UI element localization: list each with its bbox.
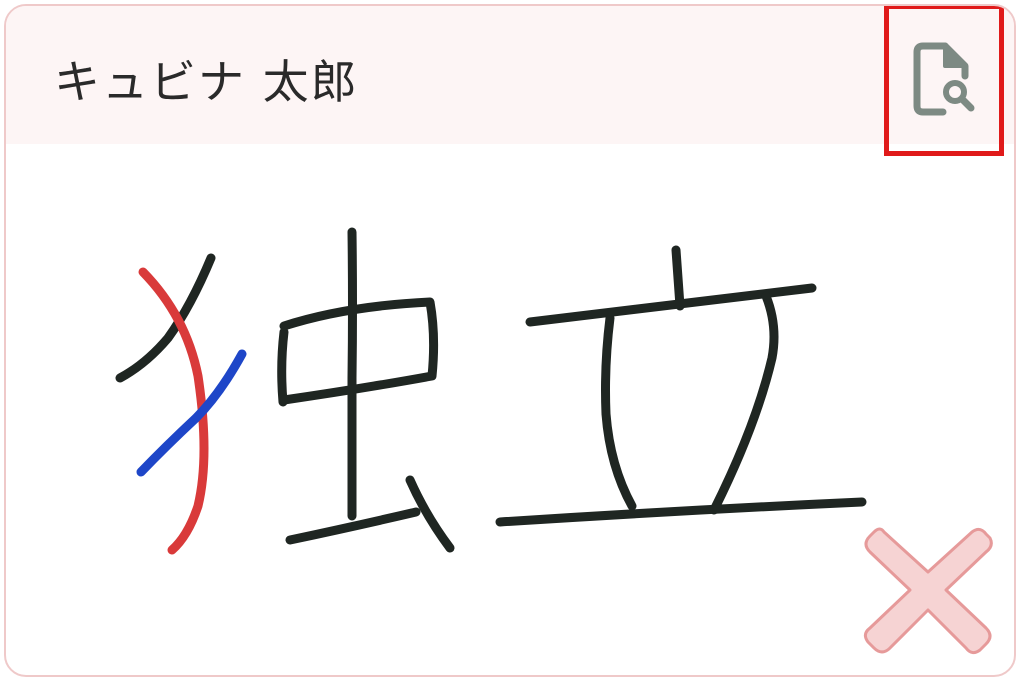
ink-stroke-black	[279, 297, 439, 405]
ink-stroke-black	[285, 507, 421, 545]
card-header: キュビナ 太郎	[6, 6, 1014, 144]
ink-stroke-red	[138, 267, 209, 555]
ink-stroke-black	[601, 313, 637, 511]
preview-button[interactable]	[884, 6, 1004, 156]
document-search-icon	[913, 42, 975, 116]
ink-stroke-black	[277, 327, 289, 407]
ink-stroke-black	[709, 291, 779, 515]
incorrect-x-mark-icon	[863, 527, 993, 655]
ink-stroke-black	[405, 475, 455, 553]
ink-stroke-black	[347, 227, 357, 521]
student-name: キュビナ 太郎	[54, 55, 359, 109]
answer-card: キュビナ 太郎	[4, 4, 1016, 677]
ink-stroke-black	[671, 245, 685, 311]
ink-stroke-black	[525, 283, 817, 327]
ink-stroke-blue	[136, 349, 247, 477]
ink-stroke-black	[115, 253, 216, 383]
ink-stroke-black	[495, 497, 867, 527]
